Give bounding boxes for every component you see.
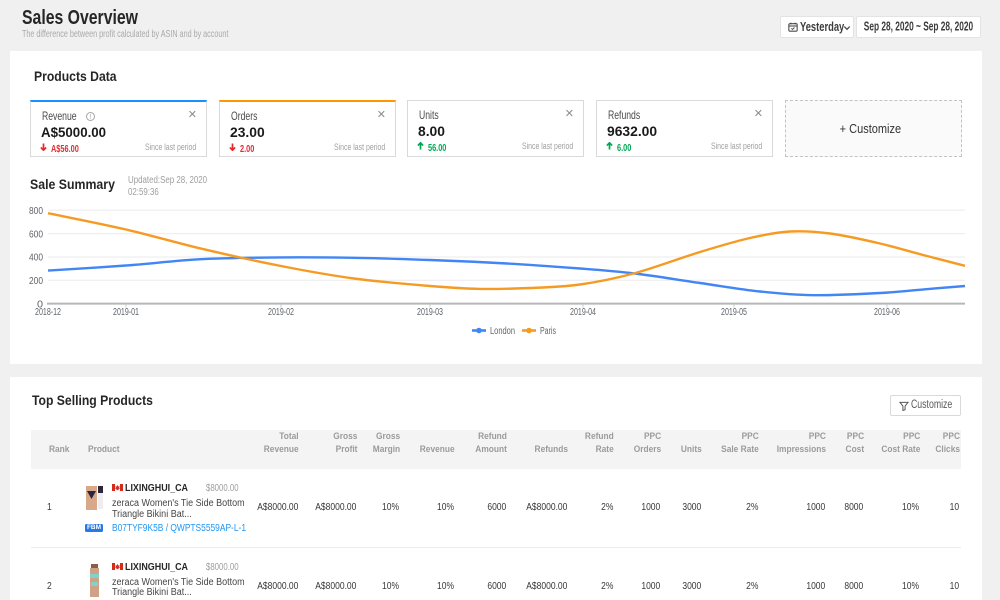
svg-text:2019-05: 2019-05 bbox=[721, 307, 747, 318]
svg-text:600: 600 bbox=[29, 229, 43, 240]
svg-text:London: London bbox=[490, 326, 515, 337]
svg-text:800: 800 bbox=[29, 206, 43, 217]
svg-text:2019-06: 2019-06 bbox=[874, 307, 900, 318]
svg-text:2019-04: 2019-04 bbox=[570, 307, 596, 318]
svg-text:2019-01: 2019-01 bbox=[113, 307, 139, 318]
svg-text:Paris: Paris bbox=[540, 326, 556, 337]
svg-text:2019-03: 2019-03 bbox=[417, 307, 443, 318]
svg-text:2018-12: 2018-12 bbox=[35, 307, 61, 318]
svg-text:2019-02: 2019-02 bbox=[268, 307, 294, 318]
svg-text:400: 400 bbox=[29, 253, 43, 264]
svg-text:200: 200 bbox=[29, 276, 43, 287]
